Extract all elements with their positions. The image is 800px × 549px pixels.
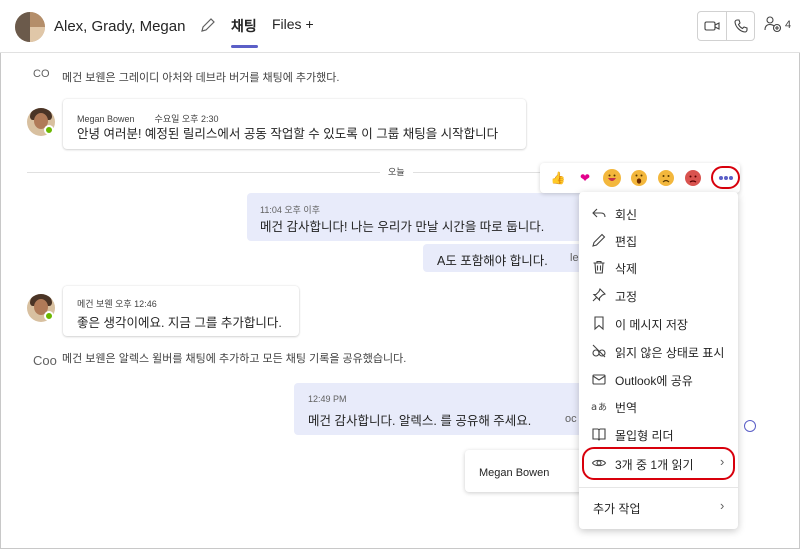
group-avatar[interactable] <box>15 12 45 42</box>
message-truncated: oc <box>565 413 577 425</box>
presence-available-icon <box>44 311 54 321</box>
surprised-icon[interactable] <box>630 169 648 187</box>
menu-item-mark-unread[interactable]: 읽지 않은 상태로 표시 <box>579 338 738 364</box>
people-add-icon <box>764 16 782 33</box>
menu-item-more-actions[interactable]: 추가 작업 › <box>579 494 738 520</box>
heart-icon[interactable]: ❤ <box>576 169 594 187</box>
system-add-icon: Coo <box>33 353 57 368</box>
reply-icon <box>592 208 606 218</box>
delete-icon <box>593 260 605 274</box>
read-receipt-highlight <box>582 447 735 480</box>
message-text: A도 포함해야 합니다. <box>437 254 548 268</box>
presence-available-icon <box>44 125 54 135</box>
system-add-icon: CO <box>33 68 50 80</box>
system-message: 메건 보웬은 그레이디 아처와 데브라 버거를 채팅에 추가했다. <box>62 72 340 84</box>
tab-files[interactable]: Files + <box>272 16 314 32</box>
video-call-icon[interactable] <box>704 18 720 34</box>
angry-icon[interactable] <box>684 169 702 187</box>
unread-icon <box>592 344 606 358</box>
tab-chat[interactable]: 채팅 <box>231 16 257 36</box>
chat-header: Alex, Grady, Megan 채팅 Files + 4 <box>0 0 800 53</box>
seen-icon <box>744 420 756 432</box>
chevron-right-icon: › <box>720 498 725 513</box>
menu-item-reply[interactable]: 회신 <box>579 200 738 226</box>
participant-count: 4 <box>785 19 792 31</box>
translate-icon: aあ <box>591 402 607 413</box>
menu-divider <box>579 487 738 488</box>
message-sender: 메건 보웬 오후 12:46 <box>77 299 157 309</box>
like-icon[interactable]: 👍 <box>549 169 567 187</box>
bookmark-icon <box>594 316 604 331</box>
menu-item-save-message[interactable]: 이 메시지 저장 <box>579 310 738 336</box>
participants-button[interactable]: 4 <box>764 14 794 34</box>
pin-icon <box>592 288 606 302</box>
menu-item-edit[interactable]: 편집 <box>579 227 738 253</box>
svg-text:a: a <box>591 402 597 413</box>
edit-name-icon[interactable] <box>199 16 217 34</box>
sad-icon[interactable] <box>657 169 675 187</box>
reader-name: Megan Bowen <box>479 467 550 479</box>
day-divider <box>27 172 547 173</box>
mail-icon <box>592 374 606 385</box>
laugh-icon[interactable] <box>603 169 621 187</box>
call-buttons <box>697 11 755 41</box>
menu-item-translate[interactable]: aあ 번역 <box>579 393 738 419</box>
edit-icon <box>592 233 606 247</box>
audio-call-icon[interactable] <box>733 18 749 34</box>
message-time: 11:04 오후 이후 <box>260 205 320 215</box>
menu-item-immersive-reader[interactable]: 몰입형 리더 <box>579 421 738 447</box>
message-text: 메건 감사합니다. 알렉스. 를 공유해 주세요. <box>308 414 532 428</box>
message-text: 좋은 생각이에요. 지금 그를 추가합니다. <box>77 316 282 330</box>
message-text: 메건 감사합니다! 나는 우리가 만날 시간을 따로 둡니다. <box>260 220 545 234</box>
message-truncated: le <box>570 252 579 264</box>
menu-item-share-outlook[interactable]: Outlook에 공유 <box>579 366 738 392</box>
message-text: 안녕 여러분! 예정된 릴리스에서 공동 작업할 수 있도록 이 그룹 채팅을 … <box>77 127 499 141</box>
chat-title[interactable]: Alex, Grady, Megan <box>54 18 185 35</box>
svg-text:あ: あ <box>598 402 607 413</box>
read-by-popover: Megan Bowen <box>465 450 583 492</box>
more-options-button[interactable] <box>711 166 740 189</box>
more-dots-icon <box>719 176 723 180</box>
system-message: 메건 보웬은 알렉스 윌버를 채팅에 추가하고 모든 채팅 기록을 공유했습니다… <box>62 353 407 365</box>
tab-active-indicator <box>231 45 258 48</box>
day-divider-label: 오늘 <box>380 165 413 178</box>
menu-item-pin[interactable]: 고정 <box>579 282 738 308</box>
reaction-bar: 👍 ❤ <box>540 163 740 193</box>
immersive-reader-icon <box>592 428 606 441</box>
message-time: 12:49 PM <box>308 394 347 404</box>
menu-item-delete[interactable]: 삭제 <box>579 254 738 280</box>
